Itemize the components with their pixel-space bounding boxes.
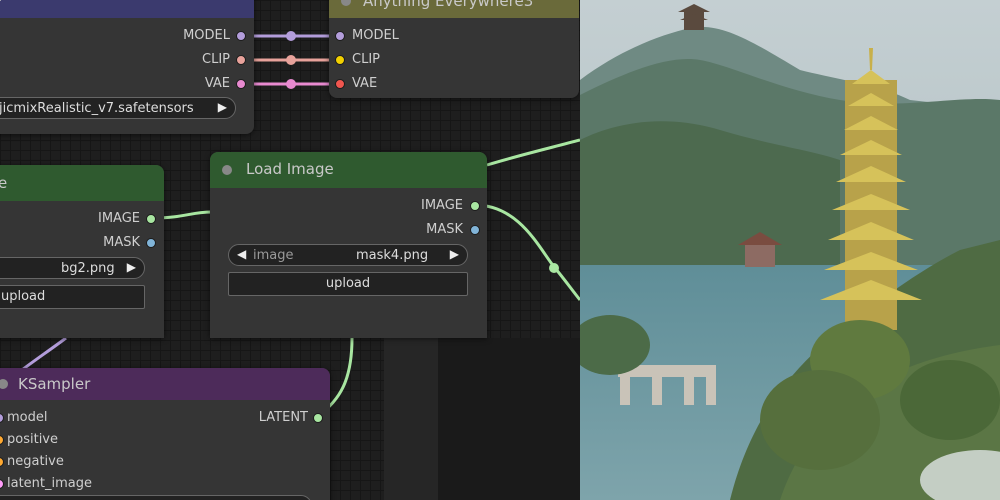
vae-output-socket[interactable]: [236, 79, 246, 89]
canvas-shadow-area-2: [438, 338, 580, 500]
image-widget[interactable]: ◀ image mask4.png ▶: [228, 244, 468, 266]
checkpoint-node-title: point: [0, 0, 36, 2]
left-image-output-socket[interactable]: [146, 214, 156, 224]
image-wire-midpoint[interactable]: [549, 263, 559, 273]
image-prev-arrow-icon[interactable]: ◀: [237, 247, 246, 261]
left-mask-output-label: MASK: [103, 235, 140, 250]
clip-input-label: CLIP: [352, 52, 380, 67]
image-output-socket[interactable]: [470, 201, 480, 211]
checkpoint-node-header[interactable]: point: [0, 0, 254, 18]
canvas-shadow-area: [384, 338, 438, 500]
landscape-image: [580, 0, 1000, 500]
mask-output-socket[interactable]: [470, 225, 480, 235]
image-output-label: IMAGE: [420, 198, 463, 213]
model-output-label: MODEL: [183, 28, 230, 43]
model-input-socket-ks[interactable]: [0, 413, 4, 423]
image-widget-name: image: [253, 248, 294, 263]
latent-image-input-socket[interactable]: [0, 479, 4, 489]
left-load-image-header[interactable]: e: [0, 165, 164, 201]
vae-wire-midpoint[interactable]: [286, 79, 296, 89]
checkpoint-node[interactable]: point MODEL CLIP VAE ajicmixRealistic_v7…: [0, 0, 254, 134]
ckpt-next-arrow-icon[interactable]: ▶: [218, 100, 227, 114]
left-image-widget[interactable]: bg2.png ▶: [0, 257, 145, 279]
left-image-value: bg2.png: [61, 261, 115, 276]
ksampler-negative-label: negative: [7, 454, 64, 469]
model-input-label: MODEL: [352, 28, 399, 43]
load-image-title: Load Image: [246, 160, 334, 178]
node-canvas[interactable]: point MODEL CLIP VAE ajicmixRealistic_v7…: [0, 0, 580, 500]
ksampler-model-label: model: [7, 410, 48, 425]
image-next-arrow-icon[interactable]: ▶: [450, 247, 459, 261]
left-upload-button[interactable]: upload: [0, 285, 145, 309]
anything-node-title: Anything Everywhere3: [363, 0, 534, 10]
clip-output-label: CLIP: [202, 52, 230, 67]
left-image-output-label: IMAGE: [97, 211, 140, 226]
ksampler-positive-label: positive: [7, 432, 58, 447]
anything-node-header[interactable]: Anything Everywhere3: [329, 0, 579, 18]
ckpt-name-widget[interactable]: ajicmixRealistic_v7.safetensors ▶: [0, 97, 236, 119]
upload-button[interactable]: upload: [228, 272, 468, 296]
ksampler-seed-widget[interactable]: [0, 495, 312, 500]
negative-input-socket[interactable]: [0, 457, 4, 467]
model-output-socket[interactable]: [236, 31, 246, 41]
vae-output-label: VAE: [204, 76, 230, 91]
model-wire-midpoint[interactable]: [286, 31, 296, 41]
left-mask-output-socket[interactable]: [146, 238, 156, 248]
left-load-image-title: e: [0, 174, 8, 192]
model-input-socket[interactable]: [335, 31, 345, 41]
pagoda-landscape-illustration: [580, 0, 1000, 500]
ksampler-header[interactable]: KSampler: [0, 368, 330, 400]
model-wire-down: [21, 336, 67, 372]
latent-output-label: LATENT: [258, 410, 308, 425]
clip-input-socket[interactable]: [335, 55, 345, 65]
load-image-collapse-dot-icon[interactable]: [222, 165, 232, 175]
positive-input-socket[interactable]: [0, 435, 4, 445]
clip-output-socket[interactable]: [236, 55, 246, 65]
ckpt-name-value: ajicmixRealistic_v7.safetensors: [0, 101, 194, 116]
load-image-header[interactable]: Load Image: [210, 152, 487, 188]
image-widget-value: mask4.png: [356, 248, 429, 263]
left-load-image-node[interactable]: e IMAGE MASK bg2.png ▶ upload: [0, 165, 164, 338]
anything-everywhere-node[interactable]: Anything Everywhere3 MODEL CLIP VAE: [329, 0, 579, 98]
mask-output-label: MASK: [426, 222, 463, 237]
collapse-dot-icon[interactable]: [341, 0, 351, 6]
ksampler-latent-image-label: latent_image: [7, 476, 93, 491]
left-image-next-arrow-icon[interactable]: ▶: [127, 260, 136, 274]
ksampler-node[interactable]: KSampler model positive negative latent_…: [0, 368, 330, 500]
load-image-node[interactable]: Load Image IMAGE MASK ◀ image mask4.png …: [210, 152, 487, 338]
image-wire-top: [486, 138, 580, 167]
image-wire-right: [474, 203, 580, 301]
ksampler-collapse-dot-icon[interactable]: [0, 379, 8, 389]
latent-output-socket[interactable]: [313, 413, 323, 423]
vae-input-socket[interactable]: [335, 79, 345, 89]
clip-wire-midpoint[interactable]: [286, 55, 296, 65]
ksampler-title: KSampler: [18, 375, 91, 393]
vae-input-label: VAE: [352, 76, 378, 91]
